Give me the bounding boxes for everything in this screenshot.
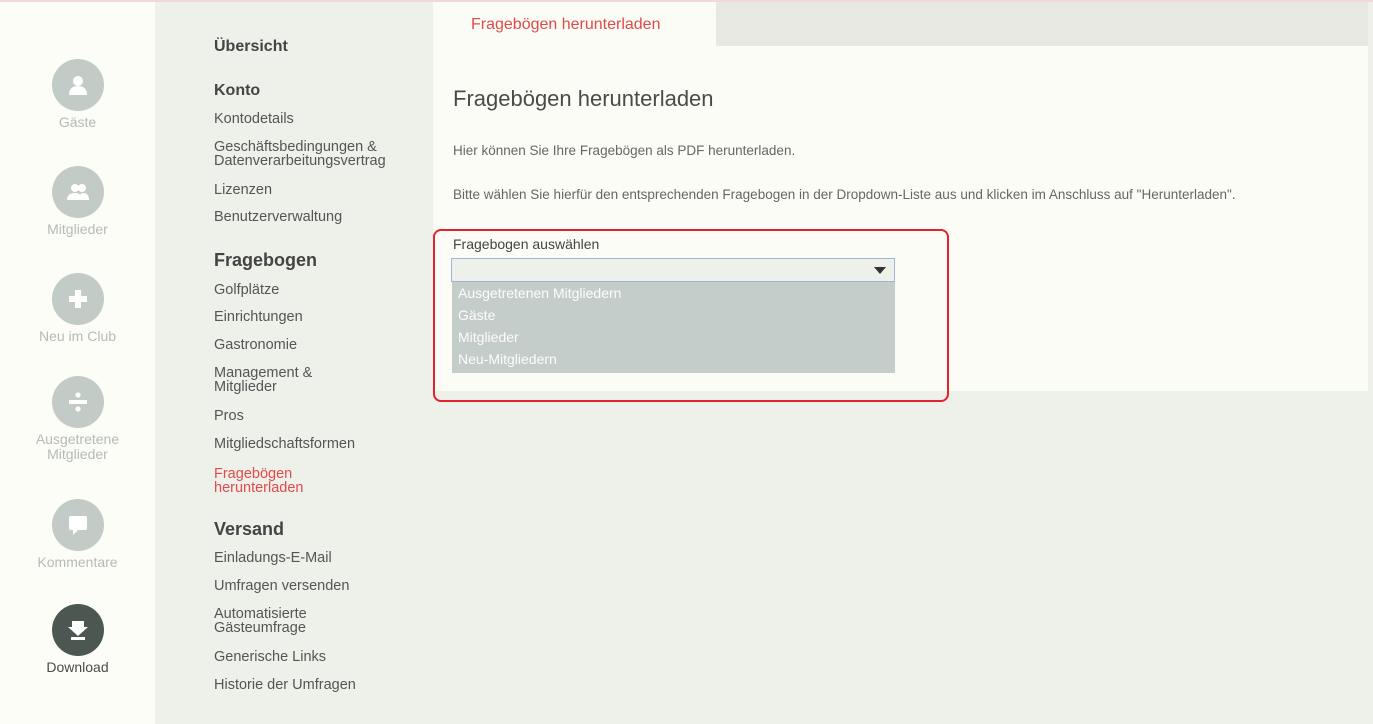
caret-down-icon[interactable] (874, 267, 886, 274)
tab-frageboegen-herunterladen[interactable]: Fragebögen herunterladen (433, 2, 716, 46)
nav-item-lizenzen[interactable]: Lizenzen (214, 183, 272, 198)
nav-item-benutzerverwaltung[interactable]: Benutzerverwaltung (214, 210, 342, 225)
intro-text: Hier können Sie Ihre Fragebögen als PDF … (453, 143, 796, 158)
nav-item-kontodetails[interactable]: Kontodetails (214, 112, 294, 127)
nav-heading-konto: Konto (214, 82, 261, 99)
comment-icon (51, 499, 104, 551)
rail-item-ausgetretene[interactable]: Ausgetretene Mitglieder (0, 376, 155, 462)
content-panel: Fragebögen herunterladen Hier können Sie… (433, 46, 1368, 402)
user-icon (51, 59, 104, 111)
nav-item-generische-links[interactable]: Generische Links (214, 650, 326, 665)
dropdown-list: Ausgetretenen Mitgliedern Gäste Mitglied… (452, 282, 895, 373)
nav-item-golfplaetze[interactable]: Golfplätze (214, 283, 279, 298)
rail-item-download[interactable]: Download (0, 604, 155, 675)
download-icon (51, 604, 104, 656)
rail-item-kommentare[interactable]: Kommentare (0, 499, 155, 570)
nav-item-umfragen-versenden[interactable]: Umfragen versenden (214, 579, 349, 594)
rail-label: Ausgetretene Mitglieder (35, 431, 120, 462)
rail-item-gaeste[interactable]: Gäste (0, 59, 155, 130)
nav-item-management-mitglieder[interactable]: Mitglieder (214, 380, 277, 395)
rail-label: Kommentare (37, 554, 118, 570)
rail-label: Download (46, 659, 109, 675)
icon-rail: Gäste Mitglieder Neu im Club Ausgetreten… (0, 2, 155, 724)
nav-item-automatisierte[interactable]: Automatisierte (214, 607, 307, 622)
nav-item-einrichtungen[interactable]: Einrichtungen (214, 310, 303, 325)
nav-overview[interactable]: Übersicht (214, 38, 288, 56)
rail-label: Neu im Club (38, 328, 117, 344)
rail-item-neu-im-club[interactable]: Neu im Club (0, 273, 155, 344)
nav-heading-fragebogen: Fragebogen (214, 250, 318, 270)
field-label: Fragebogen auswählen (453, 236, 600, 252)
page-title: Fragebögen herunterladen (453, 86, 714, 111)
nav-item-frageboegen[interactable]: Fragebögen (214, 467, 292, 482)
option-ausgetretenen[interactable]: Ausgetretenen Mitgliedern (452, 282, 895, 304)
nav-heading-versand: Versand (214, 519, 285, 539)
divide-icon (51, 376, 104, 428)
settings-nav: Übersicht Konto Kontodetails Geschäftsbe… (155, 2, 433, 724)
plus-icon (51, 273, 104, 325)
nav-item-gaesteumfrage[interactable]: Gästeumfrage (214, 621, 306, 636)
nav-item-management[interactable]: Management & (214, 366, 312, 381)
nav-item-einladungs-email[interactable]: Einladungs-E-Mail (214, 551, 332, 566)
nav-item-pros[interactable]: Pros (214, 409, 244, 424)
users-icon (51, 166, 104, 218)
instruction-text: Bitte wählen Sie hierfür den entsprechen… (453, 187, 1236, 202)
rail-label: Mitglieder (47, 221, 108, 237)
nav-item-geschaeftsbedingungen[interactable]: Geschäftsbedingungen & (214, 140, 377, 155)
rail-label: Gäste (58, 114, 97, 130)
nav-item-mitgliedschaftsformen[interactable]: Mitgliedschaftsformen (214, 437, 355, 452)
rail-item-mitglieder[interactable]: Mitglieder (0, 166, 155, 237)
nav-item-datenverarbeitungsvertrag[interactable]: Datenverarbeitungsvertrag (214, 154, 386, 169)
nav-item-historie[interactable]: Historie der Umfragen (214, 678, 356, 693)
nav-item-gastronomie[interactable]: Gastronomie (214, 338, 297, 353)
questionnaire-select[interactable] (451, 258, 895, 282)
nav-item-frageboegen-herunterladen[interactable]: herunterladen (214, 481, 304, 496)
option-neu-mitgliedern[interactable]: Neu-Mitgliedern (452, 348, 895, 370)
option-gaeste[interactable]: Gäste (452, 304, 895, 326)
option-mitglieder[interactable]: Mitglieder (452, 326, 895, 348)
